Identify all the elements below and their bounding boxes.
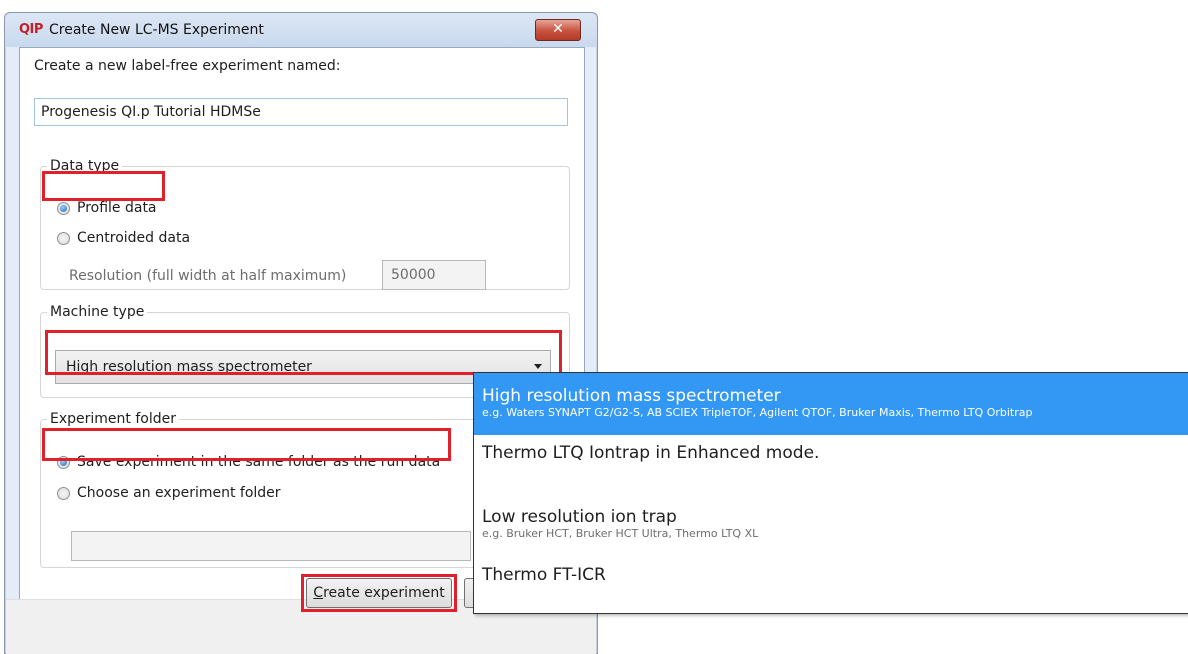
dropdown-option-low-resolution-ion-trap[interactable]: Low resolution ion trap e.g. Bruker HCT,… bbox=[474, 507, 1188, 557]
centroided-data-option[interactable]: Centroided data bbox=[57, 230, 190, 246]
profile-data-option[interactable]: Profile data bbox=[57, 200, 157, 216]
profile-data-highlight bbox=[42, 171, 165, 201]
resolution-input[interactable] bbox=[382, 260, 486, 290]
choose-folder-option[interactable]: Choose an experiment folder bbox=[57, 485, 281, 501]
profile-data-radio[interactable] bbox=[57, 201, 70, 215]
close-icon: ✕ bbox=[552, 21, 564, 37]
centroided-data-radio[interactable] bbox=[57, 231, 70, 245]
machine-type-highlight bbox=[45, 330, 562, 375]
experiment-name-input[interactable] bbox=[34, 98, 568, 126]
choose-folder-label: Choose an experiment folder bbox=[77, 485, 281, 501]
machine-type-legend: Machine type bbox=[50, 304, 145, 320]
experiment-folder-path-input[interactable] bbox=[71, 531, 471, 561]
qip-app-icon: QIP bbox=[19, 22, 43, 37]
option-title: Thermo LTQ Iontrap in Enhanced mode. bbox=[482, 443, 820, 463]
same-folder-highlight bbox=[42, 428, 451, 461]
experiment-name-label: Create a new label-free experiment named… bbox=[34, 58, 341, 74]
option-title: High resolution mass spectrometer bbox=[482, 386, 781, 406]
create-button-highlight bbox=[301, 574, 457, 612]
option-title: Low resolution ion trap bbox=[482, 507, 677, 527]
centroided-data-label: Centroided data bbox=[77, 230, 191, 246]
profile-data-label: Profile data bbox=[77, 200, 157, 216]
title-bar[interactable]: QIP Create New LC-MS Experiment ✕ bbox=[5, 13, 597, 47]
dropdown-option-thermo-ft-icr[interactable]: Thermo FT-ICR bbox=[474, 565, 1188, 595]
experiment-folder-legend: Experiment folder bbox=[50, 411, 176, 427]
machine-type-dropdown-list: High resolution mass spectrometer e.g. W… bbox=[473, 372, 1188, 614]
close-button[interactable]: ✕ bbox=[535, 19, 581, 41]
resolution-label: Resolution (full width at half maximum) bbox=[69, 268, 347, 284]
option-title: Thermo FT-ICR bbox=[482, 565, 606, 585]
dropdown-option-high-resolution[interactable]: High resolution mass spectrometer e.g. W… bbox=[474, 373, 1188, 435]
option-subtitle: e.g. Bruker HCT, Bruker HCT Ultra, Therm… bbox=[482, 527, 759, 540]
choose-folder-radio[interactable] bbox=[57, 486, 70, 500]
dropdown-option-thermo-ltq-iontrap[interactable]: Thermo LTQ Iontrap in Enhanced mode. bbox=[474, 443, 1188, 483]
option-subtitle: e.g. Waters SYNAPT G2/G2-S, AB SCIEX Tri… bbox=[482, 406, 1033, 419]
window-title: Create New LC-MS Experiment bbox=[49, 22, 264, 38]
